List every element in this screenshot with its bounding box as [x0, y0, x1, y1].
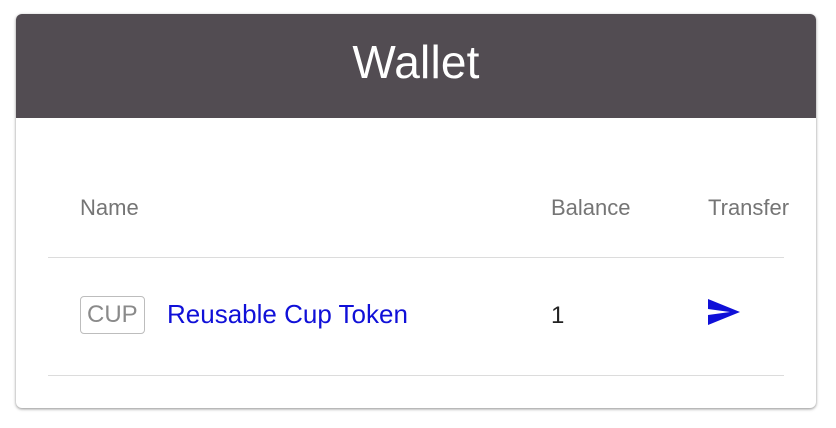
page-title: Wallet	[352, 36, 480, 88]
column-header-balance: Balance	[551, 195, 631, 220]
token-symbol-badge: CUP	[80, 296, 145, 334]
token-table: Name Balance Transfer CUP Reusable Cup T…	[48, 118, 789, 376]
column-header-transfer: Transfer	[708, 195, 790, 220]
transfer-button[interactable]	[704, 294, 744, 330]
card-header: Wallet	[16, 14, 816, 118]
token-balance: 1	[551, 302, 565, 329]
table-header-row: Name Balance Transfer	[48, 118, 789, 258]
table-row: CUP Reusable Cup Token 1	[48, 258, 784, 376]
column-header-name: Name	[80, 195, 139, 220]
wallet-card: Wallet Name Balance Transfer CUP Reusabl…	[16, 14, 816, 408]
send-icon	[708, 299, 740, 325]
token-name-link[interactable]: Reusable Cup Token	[167, 299, 408, 329]
